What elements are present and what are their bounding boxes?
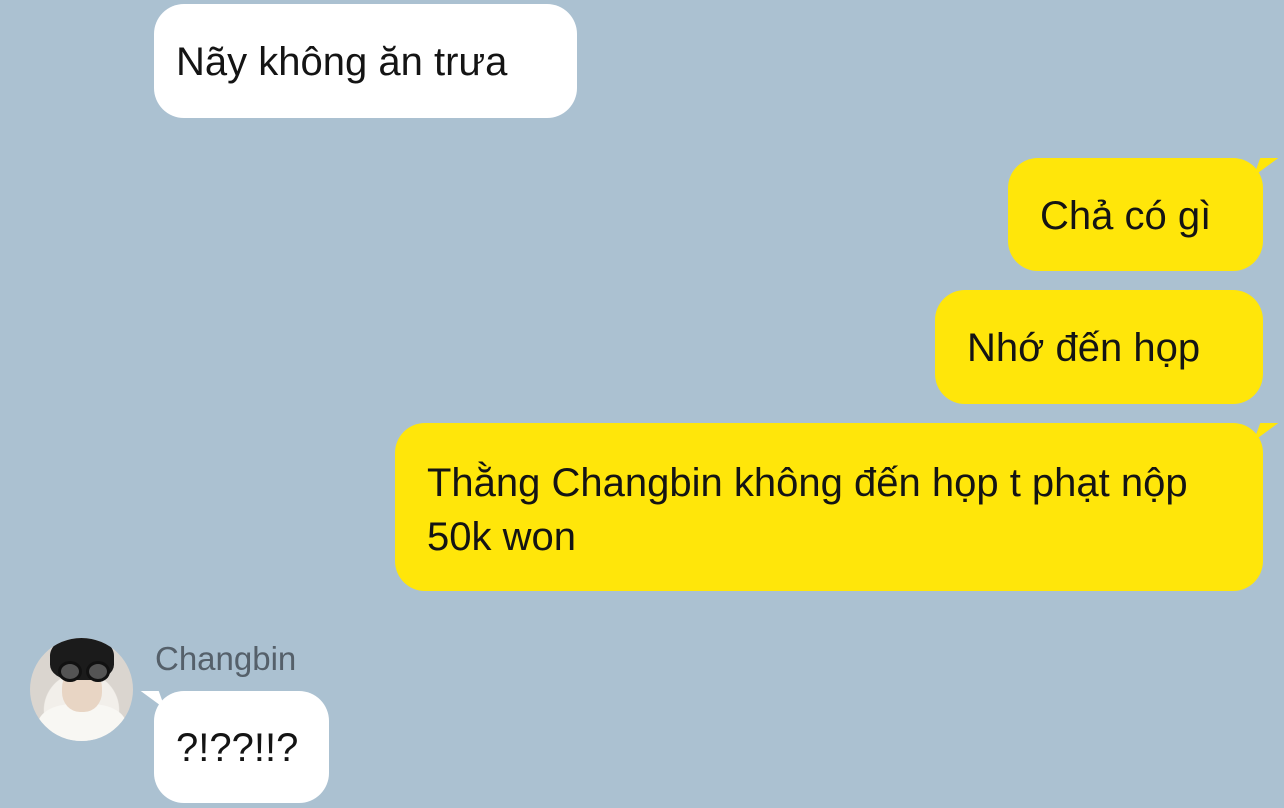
message-text: ?!??!!? [176, 726, 299, 770]
user-avatar-icon[interactable] [30, 638, 133, 741]
bubble-tail-icon [1253, 158, 1279, 176]
message-text: Chả có gì [1040, 194, 1212, 238]
avatar-glasses-left [58, 661, 82, 682]
bubble-tail-icon [140, 691, 166, 709]
message-bubble-outgoing[interactable]: Nhớ đến họp [935, 290, 1263, 404]
message-text: Nhớ đến họp [967, 326, 1201, 370]
bubble-tail-icon [1253, 423, 1279, 441]
message-bubble-outgoing[interactable]: Thằng Changbin không đến họp t phạt nộp … [395, 423, 1279, 591]
message-text: Thằng Changbin không đến họp t phạt nộp … [427, 461, 1188, 559]
message-bubble-outgoing[interactable]: Chả có gì [1008, 158, 1279, 271]
chat-view: Nãy không ăn trưa Chả có gì Nhớ đến họp … [0, 0, 1284, 808]
sender-name[interactable]: Changbin [155, 637, 296, 681]
message-bubble-incoming[interactable]: ?!??!!? [140, 691, 329, 803]
message-bubble-incoming[interactable]: Nãy không ăn trưa [154, 4, 577, 118]
message-text: Nãy không ăn trưa [176, 40, 508, 84]
avatar-glasses-right [86, 661, 110, 682]
